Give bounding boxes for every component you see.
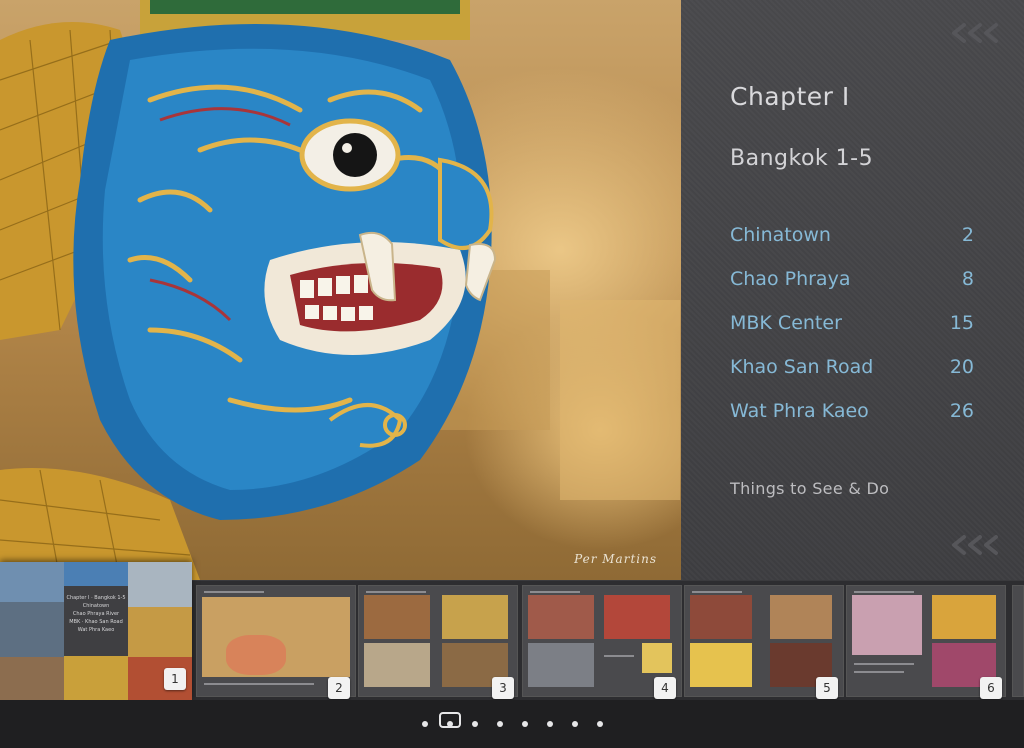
thumb-caption-line: MBK · Khao San Road bbox=[69, 619, 123, 625]
page-number-badge: 2 bbox=[328, 677, 350, 699]
thumb-text-line bbox=[366, 591, 426, 593]
thumb-caption-line: Chapter I · Bangkok 1-5 bbox=[66, 595, 126, 601]
thumb-caption-line: Wat Phra Kaeo bbox=[77, 627, 115, 633]
page-number-badge: 4 bbox=[654, 677, 676, 699]
page-filmstrip: Chapter I · Bangkok 1-5 Chinatown Chao P… bbox=[0, 562, 1024, 701]
guardian-mask-illustration bbox=[0, 0, 680, 580]
back-chevrons-icon[interactable] bbox=[950, 534, 1002, 556]
thumb-text-line bbox=[604, 655, 634, 657]
page-number-badge: 1 bbox=[164, 668, 186, 690]
things-to-see-link[interactable]: Things to See & Do bbox=[730, 479, 889, 498]
thumb-photo bbox=[364, 595, 430, 639]
thumb-text-line bbox=[854, 663, 914, 665]
page-dot-2[interactable] bbox=[447, 721, 453, 727]
thumb-photo bbox=[364, 643, 430, 687]
page-number-badge: 3 bbox=[492, 677, 514, 699]
toc-item-chao-phraya[interactable]: Chao Phraya 8 bbox=[730, 268, 974, 312]
thumb-photo bbox=[128, 607, 192, 657]
toc-item-page: 20 bbox=[949, 356, 974, 378]
toc-item-page: 8 bbox=[961, 268, 974, 290]
thumb-text-line bbox=[854, 591, 914, 593]
page-dot-8[interactable] bbox=[597, 721, 603, 727]
page-number-badge: 6 bbox=[980, 677, 1002, 699]
chapter-panel: Chapter I Bangkok 1-5 Chinatown 2 Chao P… bbox=[681, 0, 1024, 580]
thumb-photo bbox=[0, 602, 64, 657]
page-dot-3[interactable] bbox=[472, 721, 478, 727]
thumb-photo bbox=[604, 595, 670, 639]
page-dot-5[interactable] bbox=[522, 721, 528, 727]
thumb-text-line bbox=[204, 591, 264, 593]
thumb-photo bbox=[0, 657, 64, 701]
thumb-photo bbox=[226, 635, 286, 675]
toc-item-page: 15 bbox=[949, 312, 974, 334]
toc-item-label: MBK Center bbox=[730, 312, 842, 334]
toc-item-chinatown[interactable]: Chinatown 2 bbox=[730, 224, 974, 268]
toc-item-page: 26 bbox=[949, 400, 974, 422]
thumb-photo bbox=[690, 595, 752, 639]
toc-item-label: Chinatown bbox=[730, 224, 831, 246]
toc-item-label: Khao San Road bbox=[730, 356, 874, 378]
thumb-text-line bbox=[854, 671, 904, 673]
page-indicator bbox=[0, 700, 1024, 748]
thumb-caption: Chapter I · Bangkok 1-5 Chinatown Chao P… bbox=[64, 586, 128, 656]
thumb-photo bbox=[528, 595, 594, 639]
toc-item-khao-san-road[interactable]: Khao San Road 20 bbox=[730, 356, 974, 400]
chapter-subtitle: Bangkok 1-5 bbox=[730, 146, 874, 171]
page-dot-6[interactable] bbox=[547, 721, 553, 727]
thumb-photo bbox=[690, 643, 752, 687]
thumb-text-line bbox=[692, 591, 742, 593]
page-dot-4[interactable] bbox=[497, 721, 503, 727]
thumb-photo bbox=[528, 643, 594, 687]
thumb-caption-line: Chinatown bbox=[82, 603, 110, 609]
toc-item-page: 2 bbox=[961, 224, 974, 246]
thumb-photo bbox=[442, 595, 508, 639]
page-number-badge: 5 bbox=[816, 677, 838, 699]
thumb-photo bbox=[770, 595, 832, 639]
table-of-contents: Chinatown 2 Chao Phraya 8 MBK Center 15 … bbox=[730, 224, 974, 444]
thumb-text-line bbox=[204, 683, 314, 685]
back-chevrons-icon[interactable] bbox=[950, 22, 1002, 44]
thumb-caption-line: Chao Phraya River bbox=[72, 611, 120, 617]
thumb-text-line bbox=[530, 591, 580, 593]
page-dot-1[interactable] bbox=[422, 721, 428, 727]
thumb-photo bbox=[852, 595, 922, 655]
toc-item-mbk-center[interactable]: MBK Center 15 bbox=[730, 312, 974, 356]
thumb-photo bbox=[0, 562, 64, 602]
chapter-title: Chapter I bbox=[730, 82, 850, 111]
thumb-photo bbox=[64, 562, 128, 586]
toc-item-label: Wat Phra Kaeo bbox=[730, 400, 869, 422]
hero-photo: Per Martins bbox=[0, 0, 681, 580]
filmstrip-thumb-page-1[interactable]: Chapter I · Bangkok 1-5 Chinatown Chao P… bbox=[0, 562, 192, 701]
filmstrip-thumb-page-7[interactable] bbox=[1012, 585, 1024, 697]
photographer-signature: Per Martins bbox=[574, 552, 657, 566]
toc-item-label: Chao Phraya bbox=[730, 268, 851, 290]
page-dot-7[interactable] bbox=[572, 721, 578, 727]
thumb-photo bbox=[932, 595, 996, 639]
thumb-photo bbox=[642, 643, 672, 673]
thumb-photo bbox=[64, 656, 128, 701]
thumb-photo bbox=[128, 562, 192, 607]
toc-item-wat-phra-kaeo[interactable]: Wat Phra Kaeo 26 bbox=[730, 400, 974, 444]
